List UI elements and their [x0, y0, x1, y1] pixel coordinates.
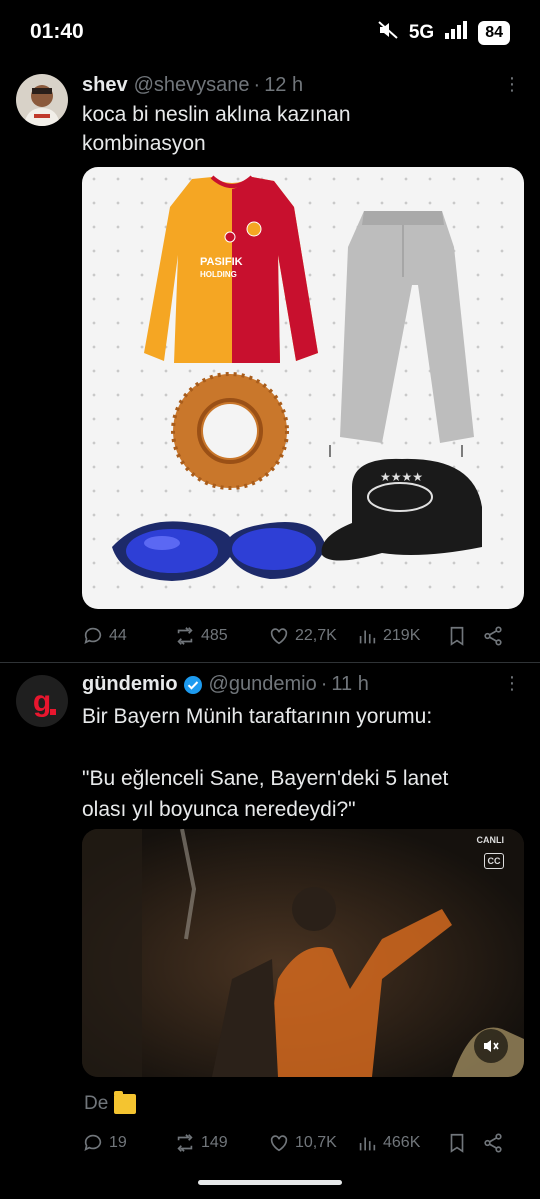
trailing-text-label: De [84, 1093, 109, 1114]
tweet-header: gündemio @gundemio · 11 h [82, 673, 524, 696]
galatasaray-jersey: PASIFIK HOLDING [144, 175, 318, 363]
reply-count: 19 [109, 1134, 127, 1151]
status-bar: 01:40 5G 84 [0, 0, 540, 66]
tweet-header: shev @shevysane · 12 h [82, 74, 524, 97]
mute-button[interactable] [474, 1029, 508, 1063]
speaker-muted-icon [484, 1040, 499, 1052]
timestamp[interactable]: 12 h [264, 74, 303, 97]
tweet-text: koca bi neslin aklına kazınan kombinasyo… [82, 103, 351, 155]
bookmark-button[interactable] [446, 1132, 482, 1154]
bookmark-button[interactable] [446, 625, 482, 647]
jersey-sponsor-line-2: HOLDING [200, 270, 237, 279]
repost-icon [177, 627, 193, 645]
tweet-video[interactable]: CANLI CC [82, 829, 524, 1077]
like-count: 10,7K [295, 1134, 337, 1151]
tweet-actions: 19 149 10,7K 466K [82, 1131, 520, 1155]
signal-icon [444, 21, 468, 45]
heart-icon [270, 1135, 288, 1152]
status-icons: 5G 84 [377, 20, 510, 46]
display-name[interactable]: shev [82, 74, 128, 97]
separator-dot: · [320, 673, 328, 695]
battery-icon: 84 [478, 21, 510, 45]
trailing-text: De [84, 1091, 137, 1115]
jersey-sponsor-line-1: PASIFIK [200, 256, 243, 268]
heart-icon [270, 628, 288, 645]
handle[interactable]: @gundemio [209, 673, 317, 696]
repost-button[interactable]: 149 [174, 1132, 268, 1154]
share-icon [484, 1133, 502, 1153]
share-button[interactable] [482, 625, 504, 647]
live-label: CANLI [476, 835, 505, 845]
folder-emoji-icon [114, 1091, 137, 1114]
more-options-icon[interactable]: ⋮ [503, 74, 522, 95]
avatar[interactable]: g [16, 675, 68, 727]
cap-stars: ★★★★ [380, 470, 423, 484]
verified-badge-icon [183, 675, 203, 695]
closed-captions-button[interactable]: CC [484, 853, 504, 869]
repost-button[interactable]: 485 [174, 625, 268, 647]
reply-icon [84, 627, 102, 644]
more-options-icon[interactable]: ⋮ [503, 673, 522, 694]
simit [171, 372, 289, 490]
reply-icon [84, 1134, 102, 1151]
black-trucker-cap: ★★★★ [321, 458, 482, 561]
views-count: 466K [383, 1134, 421, 1151]
handle[interactable]: @shevysane [134, 74, 250, 97]
blue-sunglasses [112, 521, 326, 581]
gundemio-logo: g [33, 685, 51, 718]
avatar[interactable] [16, 74, 68, 126]
bookmark-icon [450, 1133, 464, 1153]
grey-sweatpants [329, 211, 474, 457]
like-button[interactable]: 22,7K [268, 625, 356, 647]
repost-icon [177, 1134, 193, 1152]
reply-count: 44 [109, 627, 127, 644]
tweet-text: Bir Bayern Münih taraftarının yorumu: "B… [82, 705, 449, 821]
views-icon [359, 1137, 376, 1151]
views-count: 219K [383, 627, 421, 644]
bookmark-icon [450, 626, 464, 646]
network-label: 5G [408, 22, 435, 43]
reply-button[interactable]: 19 [82, 1132, 174, 1154]
display-name[interactable]: gündemio [82, 673, 178, 696]
like-count: 22,7K [295, 627, 337, 644]
share-icon [484, 626, 502, 646]
tweet-actions: 44 485 22,7K 219K [82, 624, 520, 648]
mute-icon [377, 20, 399, 46]
views-button[interactable]: 219K [356, 625, 446, 647]
reply-button[interactable]: 44 [82, 625, 174, 647]
like-button[interactable]: 10,7K [268, 1132, 356, 1154]
views-button[interactable]: 466K [356, 1132, 446, 1154]
status-time: 01:40 [30, 20, 84, 43]
repost-count: 485 [201, 627, 228, 644]
home-indicator[interactable] [198, 1180, 342, 1185]
tweet-image[interactable]: PASIFIK HOLDING ★★★★ [82, 167, 524, 609]
repost-count: 149 [201, 1134, 228, 1151]
timestamp[interactable]: 11 h [331, 673, 368, 696]
separator-dot: · [253, 74, 261, 96]
views-icon [359, 630, 376, 644]
share-button[interactable] [482, 1132, 504, 1154]
